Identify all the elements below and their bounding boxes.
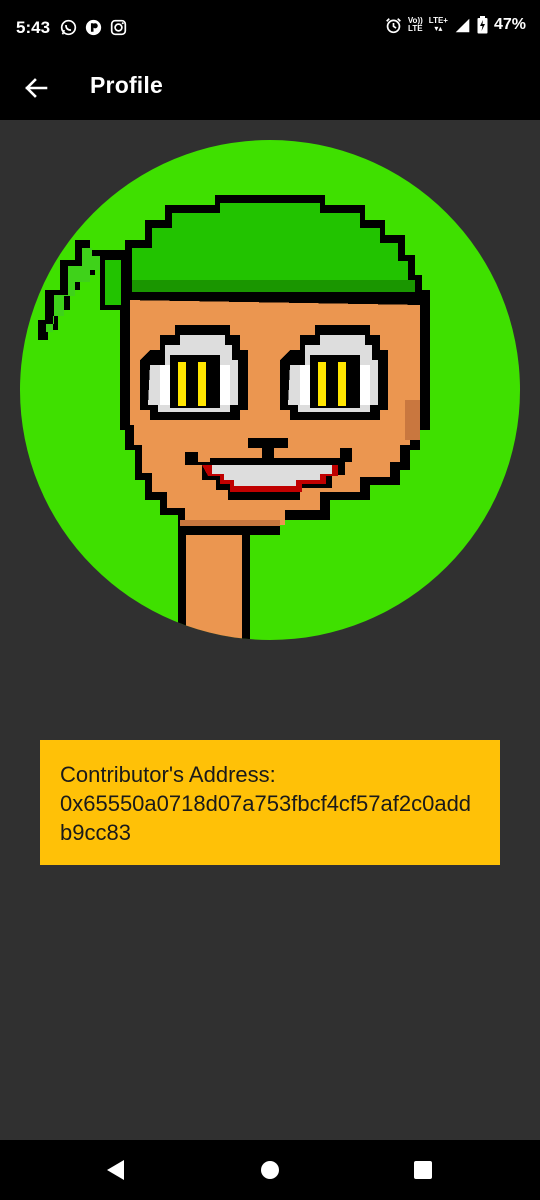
volte-icon: Vo)) LTE — [408, 17, 423, 33]
notification-app-icon — [85, 19, 102, 36]
status-system-icons: Vo)) LTE LTE+ ▾▴ 47% — [385, 16, 526, 34]
lte-label: LTE — [408, 24, 423, 33]
system-nav-bar — [0, 1140, 540, 1200]
alarm-icon — [385, 17, 401, 33]
avatar-chin-shade — [180, 520, 280, 526]
battery-percentage: 47% — [493, 16, 526, 33]
signal-icon — [455, 18, 470, 32]
battery-charging-icon — [477, 16, 488, 34]
profile-content: Contributor's Address: 0x65550a0718d07a7… — [0, 120, 540, 1140]
app-bar: Profile — [0, 58, 540, 120]
status-time: 5:43 — [16, 18, 51, 37]
address-value[interactable]: 0x65550a0718d07a753fbcf4cf57af2c0addb9cc… — [60, 789, 480, 847]
address-label: Contributor's Address: — [60, 762, 276, 787]
back-triangle-icon[interactable] — [103, 1157, 129, 1183]
arrow-back-icon — [25, 78, 48, 98]
contributor-address-card: Contributor's Address: 0x65550a0718d07a7… — [40, 740, 500, 865]
recents-square-icon[interactable] — [410, 1157, 436, 1183]
avatar-shading — [405, 400, 420, 440]
page-title: Profile — [90, 72, 163, 98]
home-circle-icon[interactable] — [257, 1157, 283, 1183]
lte-icon: LTE+ ▾▴ — [428, 16, 448, 33]
instagram-icon — [110, 19, 127, 36]
status-bar: 5:43 Vo)) LTE LTE+ ▾▴ 47% — [0, 0, 540, 58]
avatar-knot — [105, 260, 121, 305]
whatsapp-icon — [60, 19, 77, 36]
back-button[interactable] — [18, 70, 54, 106]
profile-avatar — [20, 140, 520, 640]
status-notification-icons — [60, 19, 127, 36]
avatar-bandana-shade — [132, 280, 415, 292]
lte-plus-label: LTE+ — [428, 16, 448, 25]
